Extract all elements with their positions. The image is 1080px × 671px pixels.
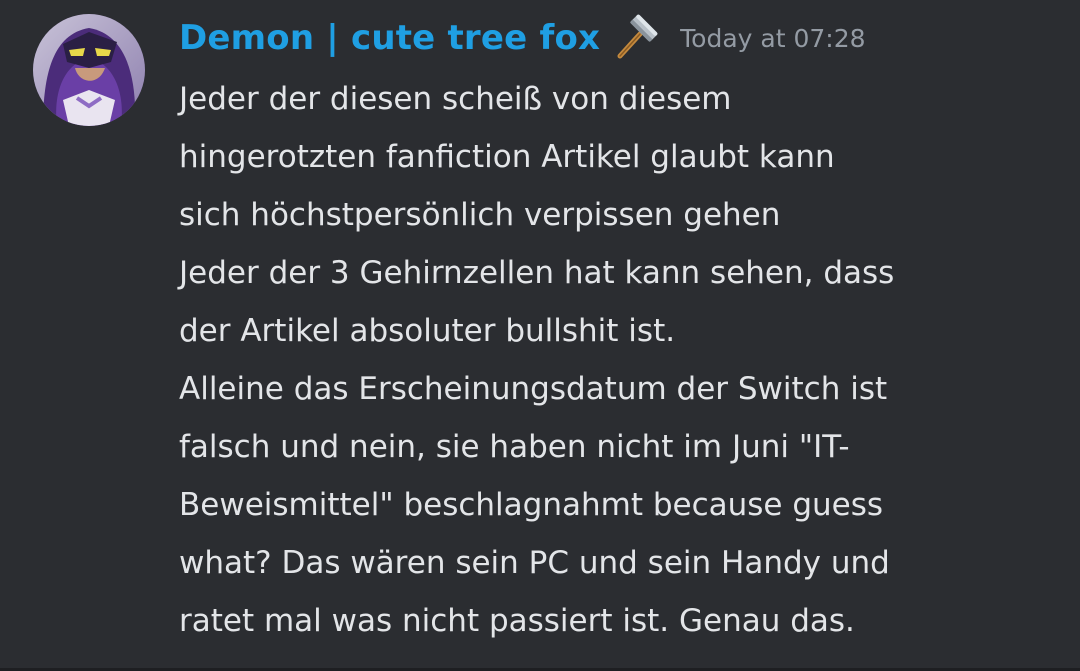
chat-message: Demon | cute tree fox Today at 07:28 Jed… bbox=[0, 0, 1080, 671]
message-line: sich höchstpersönlich verpissen gehen bbox=[179, 197, 781, 233]
message-line: falsch und nein, sie haben nicht im Juni… bbox=[179, 429, 850, 465]
avatar-image bbox=[33, 14, 145, 126]
message-line: Alleine das Erscheinungsdatum der Switch… bbox=[179, 371, 888, 407]
avatar[interactable] bbox=[33, 14, 145, 126]
message-line: what? Das wären sein PC und sein Handy u… bbox=[179, 545, 890, 581]
message-line: der Artikel absoluter bullshit ist. bbox=[179, 313, 676, 349]
message-content: Jeder der diesen scheiß von diesem hinge… bbox=[179, 70, 1059, 650]
message-line: Jeder der 3 Gehirnzellen hat kann sehen,… bbox=[179, 255, 895, 291]
message-line: hingerotzten fanfiction Artikel glaubt k… bbox=[179, 139, 835, 175]
message-line: Jeder der diesen scheiß von diesem bbox=[179, 81, 732, 117]
message-timestamp[interactable]: Today at 07:28 bbox=[680, 24, 865, 53]
message-line: ratet mal was nicht passiert ist. Genau … bbox=[179, 603, 855, 639]
message-line: Beweismittel" beschlagnahmt because gues… bbox=[179, 487, 884, 523]
message-header: Demon | cute tree fox Today at 07:28 bbox=[179, 10, 866, 66]
author-username[interactable]: Demon | cute tree fox bbox=[179, 18, 600, 58]
hammer-icon[interactable] bbox=[610, 12, 662, 64]
